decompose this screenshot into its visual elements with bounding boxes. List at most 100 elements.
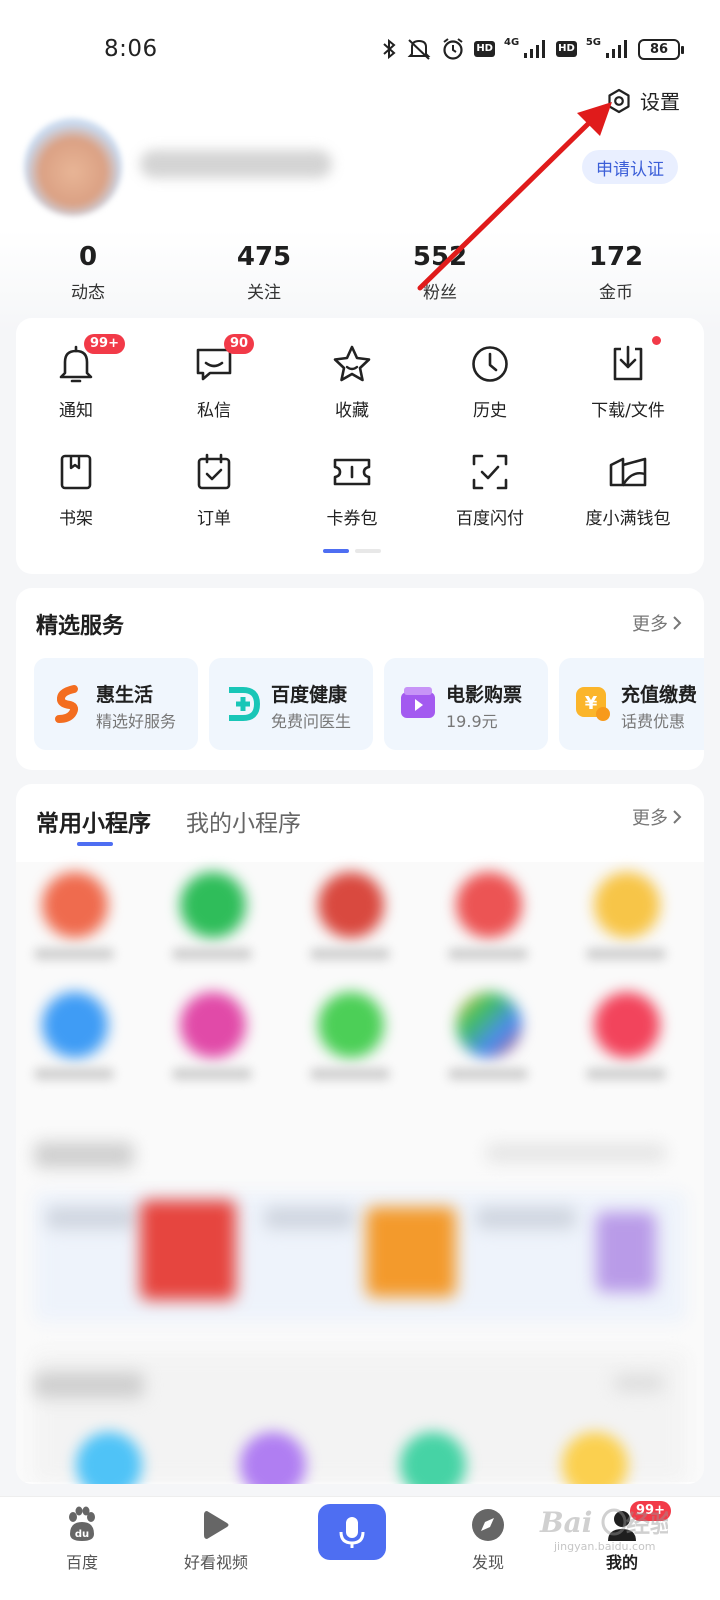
tool-label: 度小满钱包 xyxy=(585,509,671,529)
download-icon xyxy=(606,342,650,386)
mini-app-icon[interactable] xyxy=(42,872,108,938)
tool-messages[interactable]: 90 私信 xyxy=(154,334,274,421)
tool-baidu-pay[interactable]: 百度闪付 xyxy=(430,450,550,529)
service-health[interactable]: 百度健康 免费问医生 xyxy=(209,658,373,750)
play-icon xyxy=(196,1505,236,1545)
bluetooth-icon xyxy=(383,38,396,60)
blurred-promo-text xyxy=(264,1207,354,1229)
network-label-4g: 4G xyxy=(503,36,520,48)
mini-app-label-blurred xyxy=(586,948,666,960)
mini-programs-card: 常用小程序 我的小程序 更多 xyxy=(16,784,704,1484)
mini-app-label-blurred xyxy=(448,948,528,960)
service-hui-life[interactable]: 惠生活 精选好服务 xyxy=(34,658,198,750)
service-movie[interactable]: 电影购票 19.9元 xyxy=(384,658,548,750)
signal-icon-2 xyxy=(606,40,627,58)
tool-favorites[interactable]: 收藏 xyxy=(292,342,412,421)
mini-app-label-blurred xyxy=(34,1068,114,1080)
stat-value: 475 xyxy=(236,242,292,272)
mini-app-label-blurred xyxy=(310,948,390,960)
tool-downloads[interactable]: 下载/文件 xyxy=(568,336,688,421)
settings-button[interactable]: 设置 xyxy=(606,86,680,115)
tool-orders[interactable]: 订单 xyxy=(154,450,274,529)
nav-item-discover[interactable]: 发现 xyxy=(438,1505,538,1573)
tool-label: 卡券包 xyxy=(326,509,378,529)
tool-wallet[interactable]: 度小满钱包 xyxy=(568,450,688,529)
mini-app-icon[interactable] xyxy=(456,872,522,938)
mini-app-icon[interactable] xyxy=(456,992,522,1058)
tool-label: 通知 xyxy=(59,401,93,421)
tools-card: 99+ 通知 90 私信 收藏 历史 下载/文件 书架 订单 卡券包 百度闪付 … xyxy=(16,318,704,574)
mini-app-icon[interactable] xyxy=(594,992,660,1058)
mini-app-icon[interactable] xyxy=(594,872,660,938)
tool-label: 订单 xyxy=(197,509,231,529)
certify-button[interactable]: 申请认证 xyxy=(582,150,678,184)
profile-stats: 0 动态 475 关注 552 粉丝 172 金币 xyxy=(0,240,720,303)
mini-app-icon[interactable] xyxy=(318,992,384,1058)
stat-followers[interactable]: 552 粉丝 xyxy=(352,240,528,303)
mini-app-icon[interactable] xyxy=(180,992,246,1058)
chevron-right-icon xyxy=(673,810,682,824)
tool-notifications[interactable]: 99+ 通知 xyxy=(16,334,136,421)
tool-history[interactable]: 历史 xyxy=(430,342,550,421)
stat-label: 金币 xyxy=(599,283,633,303)
gear-icon xyxy=(608,88,630,113)
blurred-section-title xyxy=(34,1142,134,1168)
mini-programs-more-link[interactable]: 更多 xyxy=(632,804,682,830)
blurred-promo-image xyxy=(140,1200,236,1300)
tool-label: 百度闪付 xyxy=(456,509,524,529)
svg-text:经验: 经验 xyxy=(626,1510,668,1538)
services-more-link[interactable]: 更多 xyxy=(632,610,682,636)
recharge-icon: ¥ xyxy=(576,687,610,721)
nav-item-baidu[interactable]: du 百度 xyxy=(32,1505,132,1573)
stat-label: 关注 xyxy=(247,283,281,303)
voice-search-button[interactable] xyxy=(318,1504,386,1560)
blurred-section-title xyxy=(34,1372,144,1398)
hd-badge-2: HD xyxy=(556,41,577,57)
username-blurred[interactable] xyxy=(140,150,332,178)
mini-app-label-blurred xyxy=(310,1068,390,1080)
tool-label: 书架 xyxy=(59,509,93,529)
stat-label: 动态 xyxy=(71,283,105,303)
services-row: 惠生活 精选好服务 百度健康 免费问医生 电影购票 19.9元 ¥ 充值缴费 话… xyxy=(34,658,704,750)
hd-badge-1: HD xyxy=(474,41,495,57)
tool-bookshelf[interactable]: 书架 xyxy=(16,450,136,529)
blurred-promo-image xyxy=(596,1212,656,1292)
baidu-watermark-logo: Bai 经验 jingyan.baidu.com xyxy=(539,1506,668,1553)
nav-label: 发现 xyxy=(471,1553,504,1572)
svg-text:¥: ¥ xyxy=(585,693,598,714)
service-recharge[interactable]: ¥ 充值缴费 话费优惠 xyxy=(559,658,704,750)
tool-coupons[interactable]: 卡券包 xyxy=(292,450,412,529)
bookshelf-icon xyxy=(54,450,98,494)
page-dot xyxy=(355,549,381,553)
service-name: 电影购票 xyxy=(446,684,523,706)
blurred-section-link xyxy=(486,1144,666,1162)
svg-text:jingyan.baidu.com: jingyan.baidu.com xyxy=(553,1540,656,1553)
stat-posts[interactable]: 0 动态 xyxy=(0,240,176,303)
mini-app-icon[interactable] xyxy=(318,872,384,938)
service-desc: 话费优惠 xyxy=(621,712,686,731)
services-title: 精选服务 xyxy=(36,614,125,639)
mini-app-icon[interactable] xyxy=(42,992,108,1058)
wallet-icon xyxy=(606,450,650,494)
tab-underline xyxy=(77,842,113,846)
coupon-icon xyxy=(330,450,374,494)
tab-common-mini-programs[interactable]: 常用小程序 xyxy=(36,804,151,838)
tab-my-mini-programs[interactable]: 我的小程序 xyxy=(186,804,301,838)
stat-coins[interactable]: 172 金币 xyxy=(528,240,704,303)
blurred-promo-image xyxy=(366,1207,456,1297)
download-red-dot xyxy=(652,336,661,345)
hui-life-icon xyxy=(55,685,79,723)
stat-following[interactable]: 475 关注 xyxy=(176,240,352,303)
signal-icon-1 xyxy=(524,40,546,58)
nav-item-haokan-video[interactable]: 好看视频 xyxy=(166,1505,266,1573)
avatar[interactable] xyxy=(24,118,122,216)
baidu-paw-icon: du xyxy=(62,1505,102,1545)
message-badge: 90 xyxy=(224,334,255,354)
page-dot-active xyxy=(323,549,349,553)
notification-badge: 99+ xyxy=(84,334,125,354)
nav-label: 百度 xyxy=(65,1553,98,1572)
order-icon xyxy=(192,450,236,494)
health-icon xyxy=(229,687,261,721)
compass-icon xyxy=(468,1505,508,1545)
mini-app-icon[interactable] xyxy=(180,872,246,938)
